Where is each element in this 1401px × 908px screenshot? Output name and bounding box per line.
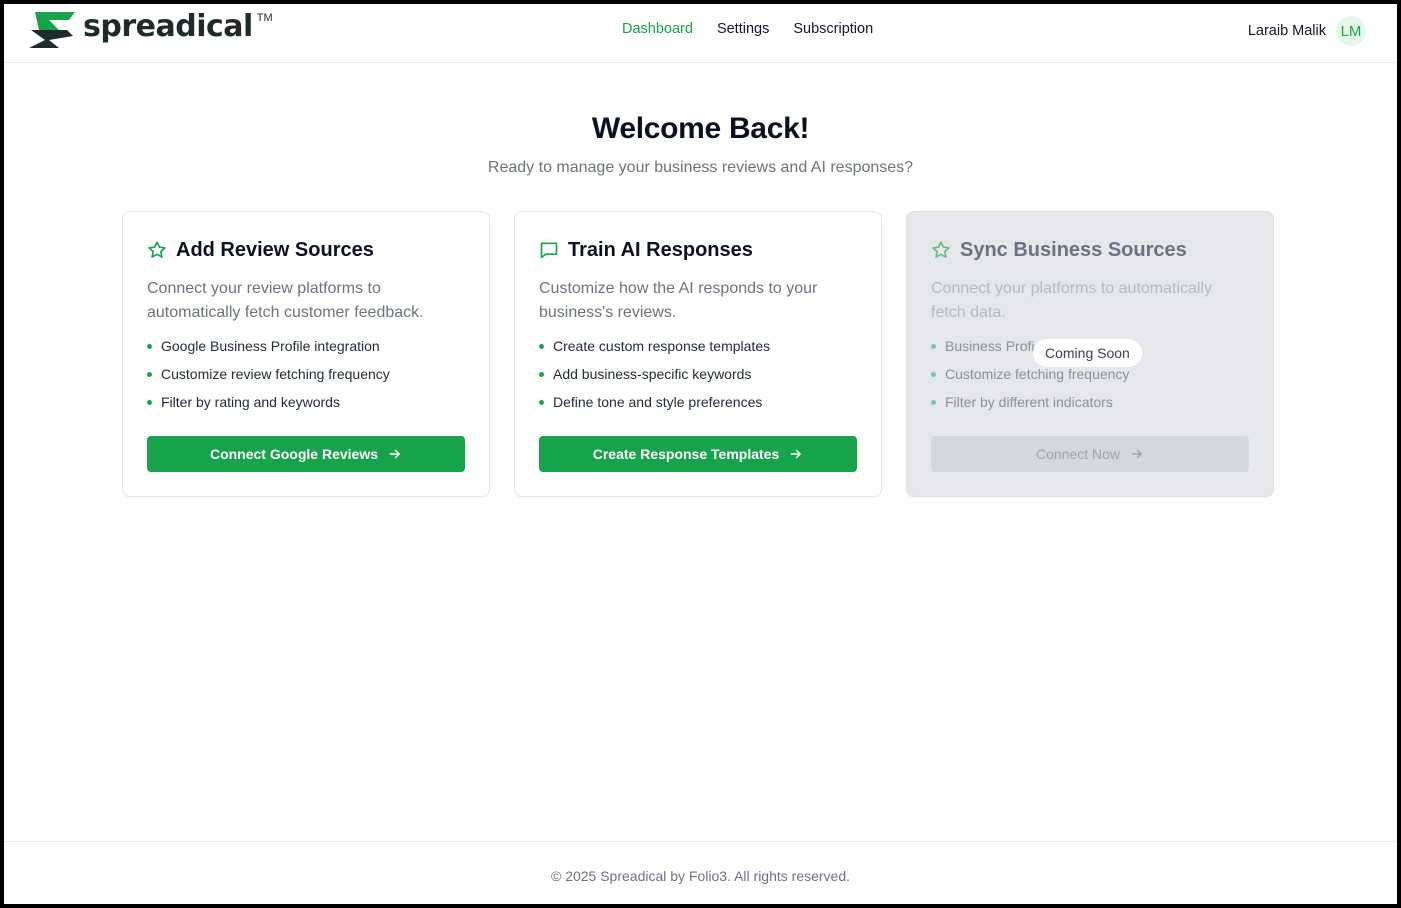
- brand-trademark: TM: [256, 12, 273, 24]
- button-label: Connect Google Reviews: [209, 446, 379, 462]
- feature-text: Customize review fetching frequency: [161, 366, 390, 382]
- bullet-dot-icon: [539, 371, 544, 377]
- feature-text: Business Profi: [945, 338, 1035, 354]
- feature-text: Define tone and style preferences: [553, 394, 763, 410]
- list-item: Filter by rating and keywords: [147, 388, 465, 416]
- top-header: spreadical TM Dashboard Settings Subscri…: [4, 4, 1397, 63]
- card-description: Connect your platforms to automatically …: [931, 280, 1213, 321]
- list-item: Google Business Profile integration: [147, 332, 465, 360]
- feature-text: Create custom response templates: [553, 338, 771, 354]
- feature-text: Customize fetching frequency: [945, 366, 1130, 382]
- star-icon: [148, 241, 166, 258]
- user-name: Laraib Malik: [1247, 23, 1326, 39]
- bullet-dot-icon: [147, 343, 152, 349]
- page-title: Welcome Back!: [591, 112, 810, 145]
- list-item: Create custom response templates: [539, 332, 857, 360]
- feature-list: Google Business Profile integration Cust…: [147, 332, 465, 416]
- feature-list: Create custom response templates Add bus…: [539, 332, 857, 416]
- coming-soon-badge: Coming Soon: [1033, 339, 1142, 367]
- card-title: Sync Business Sources: [960, 238, 1187, 261]
- list-item: Filter by different indicators: [931, 388, 1249, 416]
- feature-text: Add business-specific keywords: [553, 366, 752, 382]
- copyright-text: © 2025 Spreadical by Folio3. All rights …: [550, 868, 851, 884]
- connect-google-reviews-button[interactable]: Connect Google Reviews: [147, 436, 465, 472]
- feature-text: Google Business Profile integration: [161, 338, 380, 354]
- arrow-right-icon: [389, 449, 400, 459]
- spreadical-logo-icon: [29, 12, 75, 48]
- page-subtitle: Ready to manage your business reviews an…: [487, 159, 914, 176]
- nav-settings[interactable]: Settings: [717, 21, 769, 37]
- button-label: Connect Now: [1035, 446, 1121, 462]
- bullet-dot-icon: [539, 399, 544, 405]
- bullet-dot-icon: [931, 343, 936, 349]
- card-title-row: Add Review Sources: [147, 236, 465, 264]
- avatar[interactable]: LM: [1336, 16, 1366, 46]
- page-footer: © 2025 Spreadical by Folio3. All rights …: [4, 841, 1397, 904]
- arrow-right-icon: [1131, 449, 1142, 459]
- bullet-dot-icon: [931, 371, 936, 377]
- card-sync-business-sources: Sync Business Sources Connect your platf…: [906, 211, 1274, 497]
- card-description: Connect your review platforms to automat…: [147, 280, 424, 321]
- app-window: spreadical TM Dashboard Settings Subscri…: [4, 4, 1397, 904]
- button-label: Create Response Templates: [592, 446, 780, 462]
- bullet-dot-icon: [147, 371, 152, 377]
- feature-text: Filter by different indicators: [945, 394, 1113, 410]
- bullet-dot-icon: [147, 399, 152, 405]
- nav-dashboard[interactable]: Dashboard: [622, 21, 693, 37]
- user-menu[interactable]: Laraib Malik LM: [1248, 16, 1366, 46]
- card-title: Add Review Sources: [176, 238, 374, 261]
- main-nav: Dashboard Settings Subscription: [622, 21, 873, 37]
- card-title-row: Train AI Responses: [539, 236, 857, 264]
- nav-subscription[interactable]: Subscription: [793, 21, 873, 37]
- feature-text: Filter by rating and keywords: [161, 394, 340, 410]
- list-item: Customize review fetching frequency: [147, 360, 465, 388]
- arrow-right-icon: [790, 449, 802, 459]
- message-square-icon: [540, 242, 558, 259]
- create-response-templates-button[interactable]: Create Response Templates: [539, 436, 857, 472]
- card-title-row: Sync Business Sources: [931, 236, 1249, 264]
- star-icon: [932, 241, 950, 258]
- card-add-review-sources: Add Review Sources Connect your review p…: [122, 211, 490, 497]
- brand-name: spreadical: [83, 9, 253, 44]
- card-train-ai-responses: Train AI Responses Customize how the AI …: [514, 211, 882, 497]
- card-description: Customize how the AI responds to your bu…: [539, 280, 818, 321]
- card-title: Train AI Responses: [568, 238, 753, 261]
- bullet-dot-icon: [931, 399, 936, 405]
- bullet-dot-icon: [539, 343, 544, 349]
- connect-now-button: Connect Now: [931, 436, 1249, 472]
- list-item: Add business-specific keywords: [539, 360, 857, 388]
- list-item: Define tone and style preferences: [539, 388, 857, 416]
- brand-logo[interactable]: spreadical TM: [29, 10, 273, 52]
